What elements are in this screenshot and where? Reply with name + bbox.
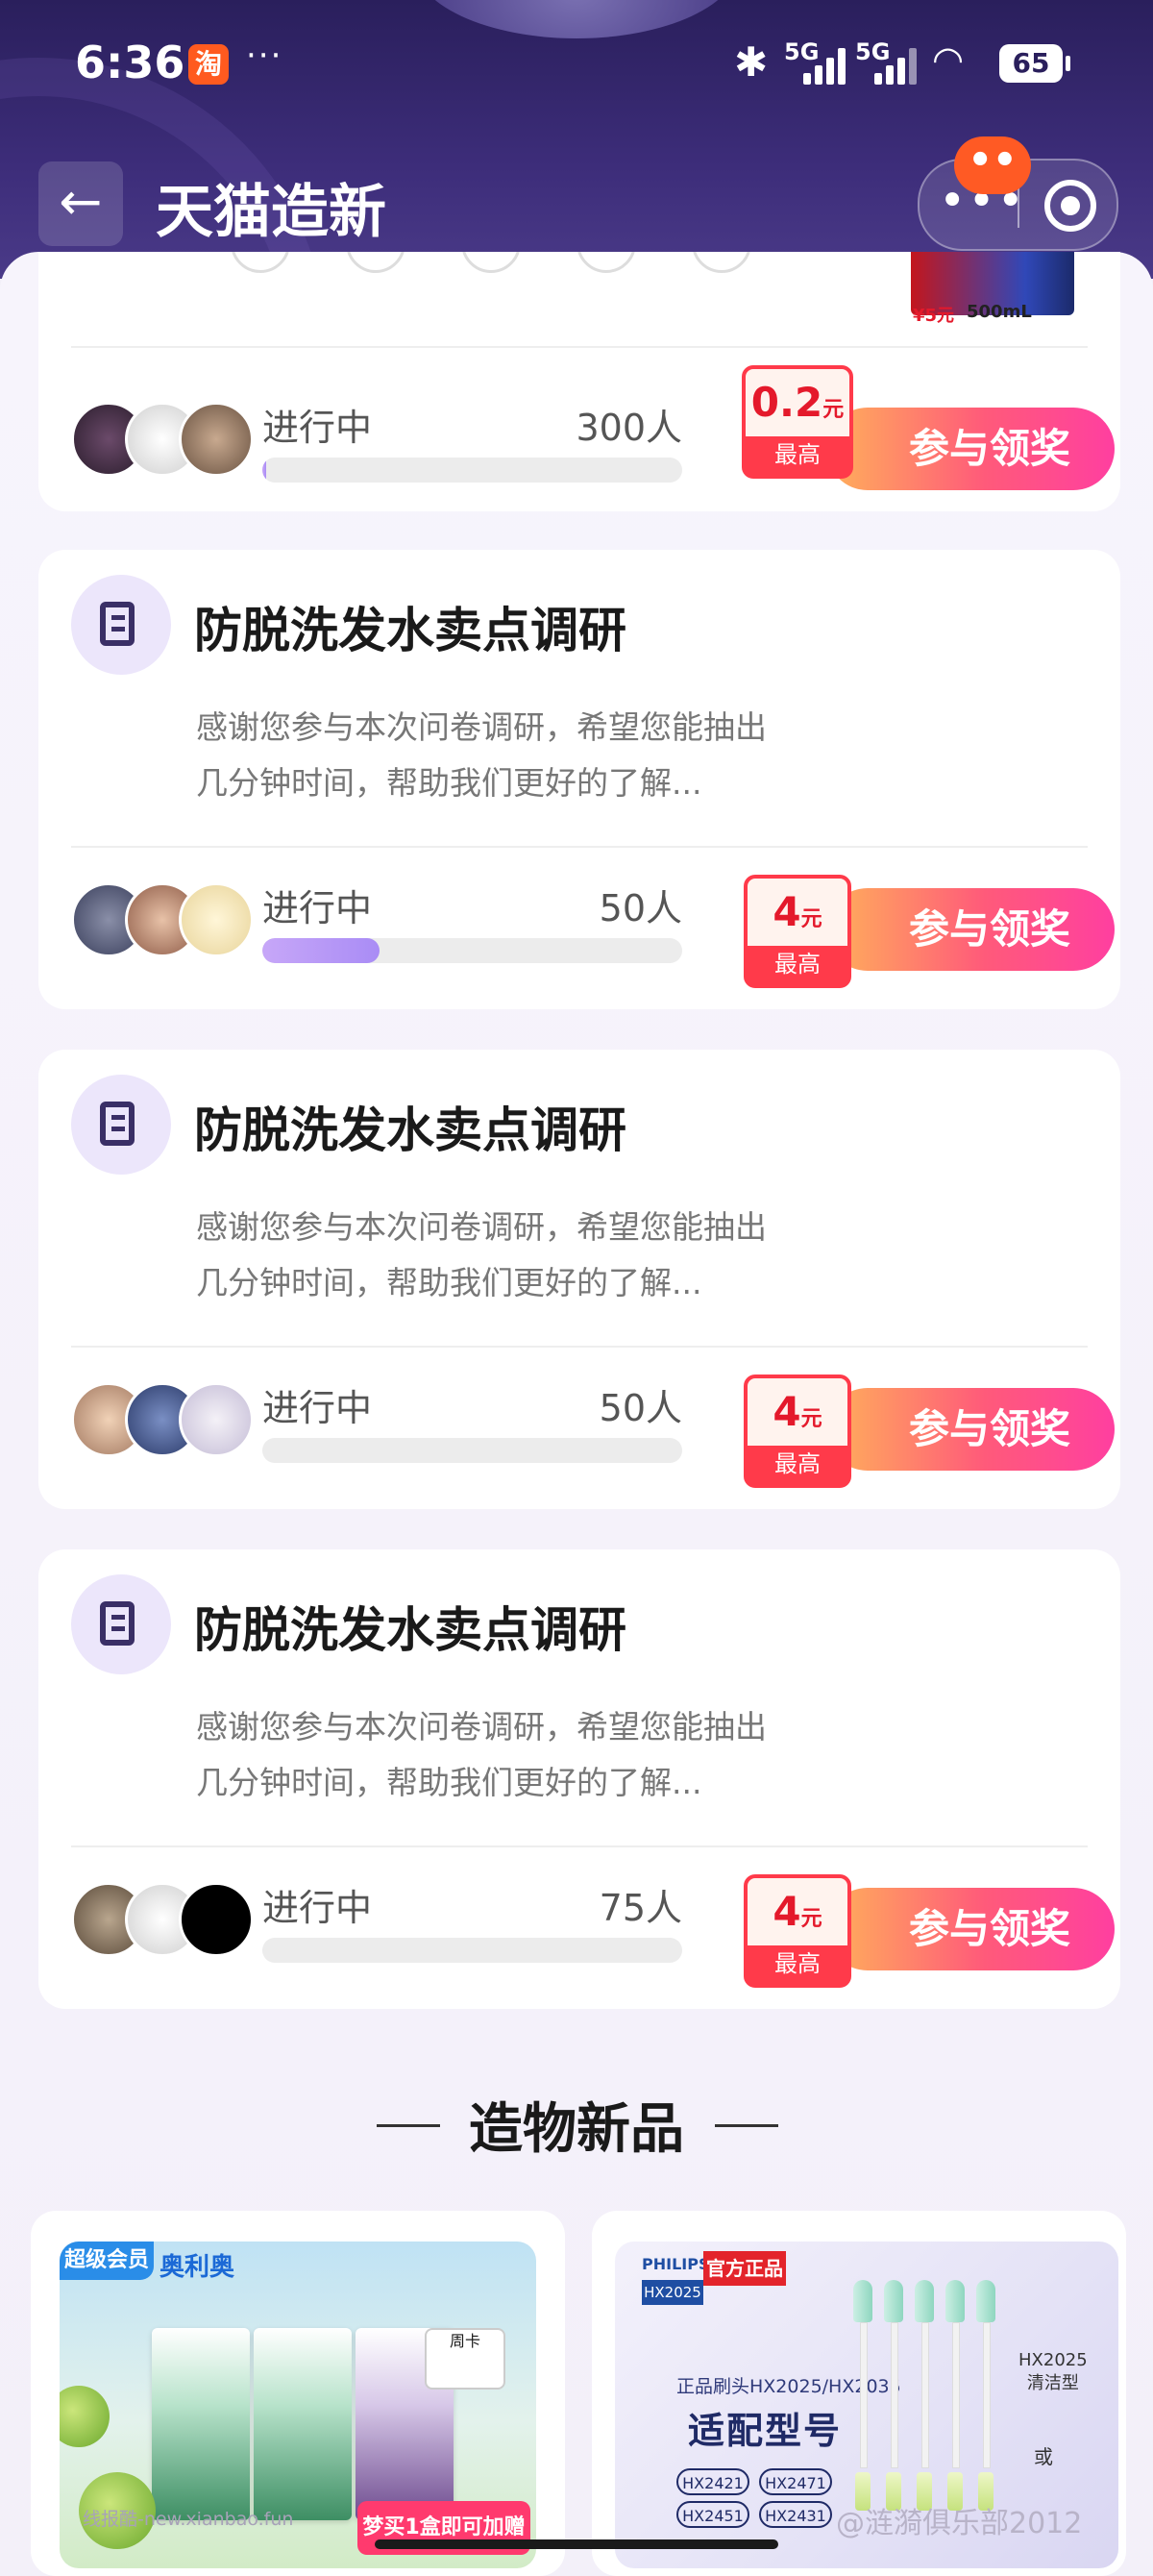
survey-card[interactable]: 防脱洗发水卖点调研 感谢您参与本次问卷调研，希望您能抽出几分钟时间，帮助我们更好… xyxy=(38,550,1120,1009)
avatar xyxy=(179,402,254,477)
prize-tag: 4元 最高 xyxy=(744,1874,851,1988)
survey-description: 感谢您参与本次问卷调研，希望您能抽出几分钟时间，帮助我们更好的了解... xyxy=(196,1708,767,1801)
or-label: 或 xyxy=(1034,2445,1053,2468)
model-pill: HX2451 xyxy=(676,2501,749,2528)
prize-label: 最高 xyxy=(774,441,821,468)
survey-scroll-icon xyxy=(71,1574,171,1674)
official-badge: 官方正品 xyxy=(703,2251,786,2286)
prize-amount: 4元 xyxy=(748,1878,847,1945)
brand-tag: 超级会员 xyxy=(60,2242,154,2280)
participant-avatars xyxy=(71,1882,263,1959)
survey-title: 防脱洗发水卖点调研 xyxy=(194,1102,626,1158)
participant-count: 50人 xyxy=(599,1387,682,1429)
model-pill: HX2431 xyxy=(759,2501,832,2528)
claim-reward-button[interactable]: 参与领奖 xyxy=(826,408,1115,490)
card-divider xyxy=(71,1346,1088,1348)
survey-title: 防脱洗发水卖点调研 xyxy=(194,603,626,658)
survey-scroll-icon xyxy=(71,575,171,675)
survey-status: 进行中 xyxy=(262,1387,373,1429)
progress-bar xyxy=(262,458,682,483)
brush-heads-image xyxy=(853,2280,1007,2520)
philips-logo: PHILIPS xyxy=(642,2255,710,2273)
product-volume: 500mL xyxy=(967,302,1032,322)
compat-title: 适配型号 xyxy=(688,2410,843,2452)
membership-card-badge: 周卡 xyxy=(425,2328,505,2390)
card-divider xyxy=(71,846,1088,848)
participant-count: 300人 xyxy=(576,407,682,449)
taobao-app-icon: 淘 xyxy=(188,44,229,85)
battery-indicator: 65 xyxy=(999,44,1070,83)
signal-icon-1 xyxy=(803,46,847,85)
survey-card-partial: ¥5元 500mL 进行中 300人 参与领奖 0.2元 最高 xyxy=(38,252,1120,511)
status-time: 6:36 xyxy=(75,37,185,88)
close-target-icon[interactable] xyxy=(1044,180,1096,232)
back-button[interactable]: ← xyxy=(38,161,123,246)
prize-amount: 0.2元 xyxy=(746,369,849,436)
prize-amount: 4元 xyxy=(748,879,847,946)
model-pill: HX2421 xyxy=(676,2468,749,2495)
claim-reward-button[interactable]: 参与领奖 xyxy=(826,888,1115,971)
section-header: 造物新品 xyxy=(0,2086,1153,2163)
product-box xyxy=(152,2328,250,2520)
lime-decoration xyxy=(60,2386,110,2447)
survey-status: 进行中 xyxy=(262,407,373,449)
survey-scroll-icon xyxy=(71,1075,171,1175)
brand-name: 奥利奥 xyxy=(159,2253,235,2282)
avatar xyxy=(179,1882,254,1957)
survey-status: 进行中 xyxy=(262,1887,373,1929)
model-pill: HX2471 xyxy=(759,2468,832,2495)
prize-label: 最高 xyxy=(774,1950,821,1977)
prize-tag: 4元 最高 xyxy=(744,1375,851,1488)
avatar xyxy=(179,882,254,957)
survey-status: 进行中 xyxy=(262,887,373,929)
survey-description: 感谢您参与本次问卷调研，希望您能抽出几分钟时间，帮助我们更好的了解... xyxy=(196,1208,767,1301)
survey-card[interactable]: 防脱洗发水卖点调研 感谢您参与本次问卷调研，希望您能抽出几分钟时间，帮助我们更好… xyxy=(38,1549,1120,2009)
status-bar: 6:36 淘 ··· ✱ 5G 5G ◠ 65 xyxy=(0,0,1153,135)
product-price: ¥5元 xyxy=(913,306,955,326)
model-box: HX2025 xyxy=(642,2280,703,2305)
status-more-icon: ··· xyxy=(246,37,283,75)
claim-reward-button[interactable]: 参与领奖 xyxy=(826,1388,1115,1471)
bluetooth-icon: ✱ xyxy=(734,38,769,86)
prize-label: 最高 xyxy=(774,951,821,978)
participant-count: 75人 xyxy=(599,1887,682,1929)
wifi-icon: ◠ xyxy=(932,38,965,81)
watermark-right: @涟漪俱乐部2012 xyxy=(836,2507,1083,2540)
product-box xyxy=(254,2328,352,2520)
side-model-label: HX2025 清洁型 xyxy=(1018,2350,1088,2393)
survey-description: 感谢您参与本次问卷调研，希望您能抽出几分钟时间，帮助我们更好的了解... xyxy=(196,708,767,802)
section-title: 造物新品 xyxy=(469,2098,684,2161)
participant-avatars xyxy=(71,1382,263,1459)
claim-reward-button[interactable]: 参与领奖 xyxy=(826,1888,1115,1970)
prize-label: 最高 xyxy=(774,1450,821,1477)
survey-card[interactable]: 防脱洗发水卖点调研 感谢您参与本次问卷调研，希望您能抽出几分钟时间，帮助我们更好… xyxy=(38,1050,1120,1509)
home-indicator[interactable] xyxy=(375,2539,778,2549)
card-divider xyxy=(71,346,1088,348)
prize-amount: 4元 xyxy=(748,1378,847,1446)
watermark-left: 线报酷-new.xianbao.fun xyxy=(83,2509,294,2530)
prize-tag: 4元 最高 xyxy=(744,875,851,988)
avatar xyxy=(179,1382,254,1457)
arrow-left-icon: ← xyxy=(59,171,103,232)
card-divider xyxy=(71,1845,1088,1847)
signal-icon-2 xyxy=(874,46,919,85)
participant-avatars xyxy=(71,882,263,959)
survey-title: 防脱洗发水卖点调研 xyxy=(194,1602,626,1658)
progress-bar xyxy=(262,1938,682,1963)
section-line-right xyxy=(715,2124,778,2127)
progress-bar xyxy=(262,1438,682,1463)
progress-bar xyxy=(262,938,682,963)
page-title: 天猫造新 xyxy=(156,179,386,246)
participant-avatars xyxy=(71,402,263,479)
progress-fill xyxy=(262,938,380,963)
chat-bubble-icon[interactable]: •• xyxy=(954,136,1031,194)
participant-count: 50人 xyxy=(599,887,682,929)
prize-tag: 0.2元 最高 xyxy=(742,365,853,479)
